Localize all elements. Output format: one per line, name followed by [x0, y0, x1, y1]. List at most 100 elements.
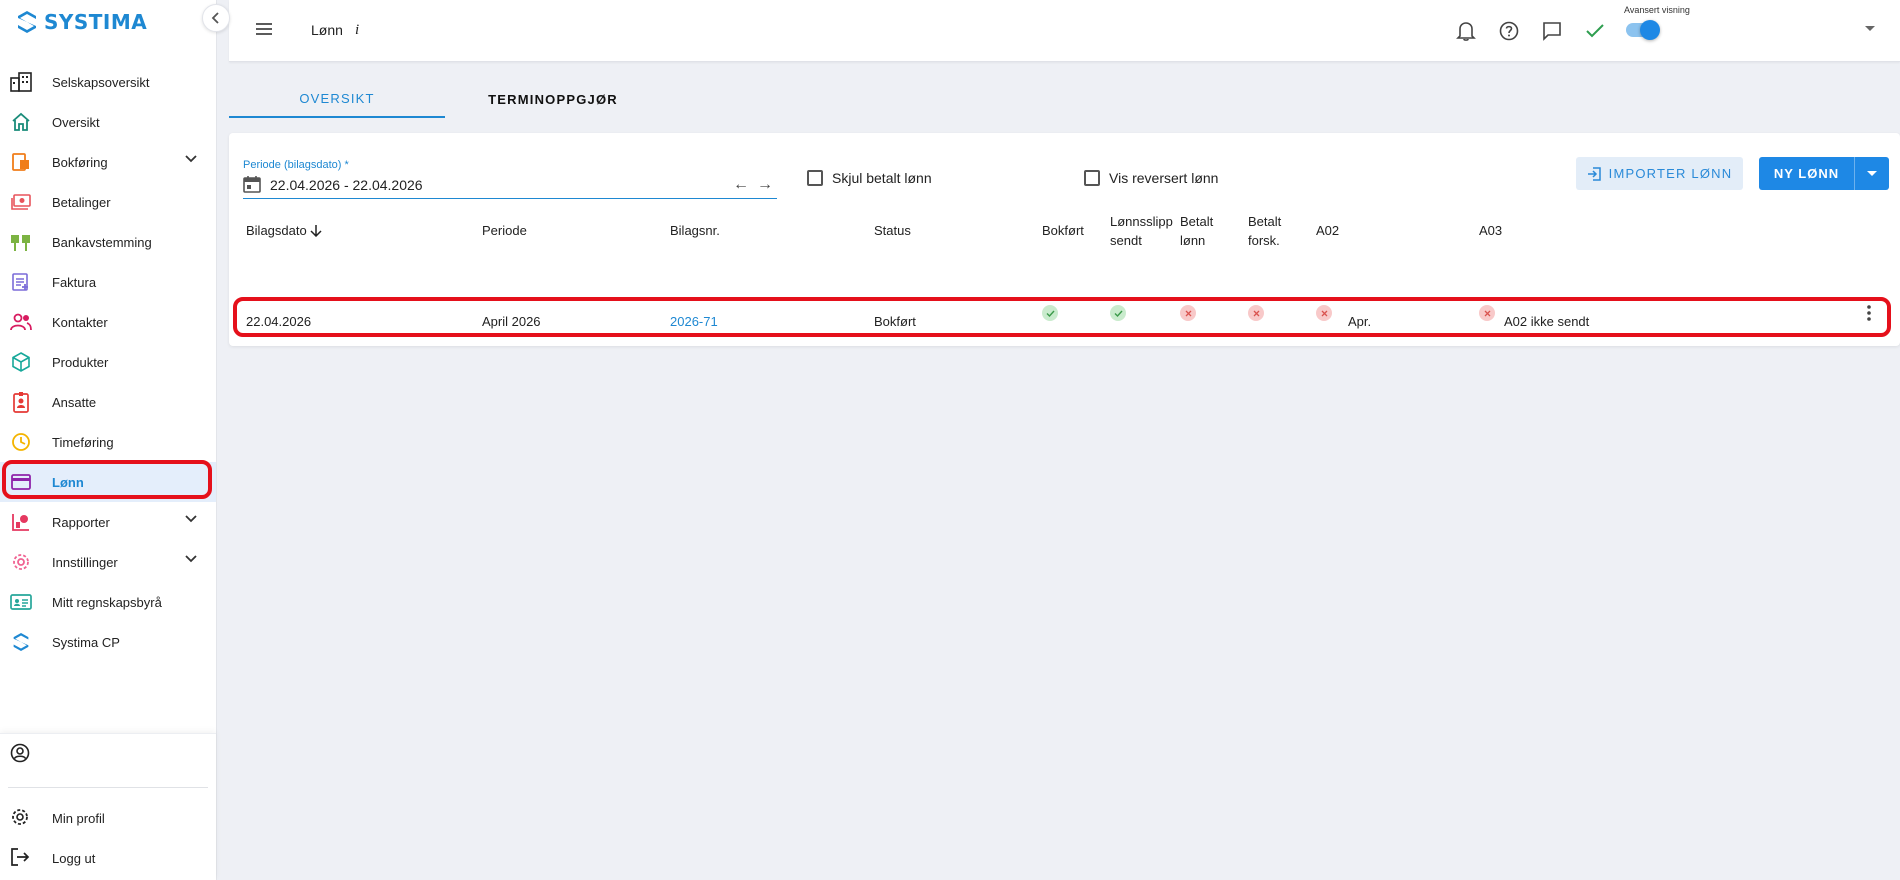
- gear-icon: [10, 551, 32, 573]
- checkbox-box[interactable]: [807, 170, 823, 186]
- advanced-view-toggle[interactable]: [1626, 20, 1660, 40]
- header-line: Lønnsslipp: [1110, 214, 1173, 229]
- sidebar-item-ansatte[interactable]: Ansatte: [0, 382, 216, 422]
- hide-paid-label: Skjul betalt lønn: [832, 170, 932, 186]
- column-header-a03[interactable]: A03: [1479, 221, 1502, 240]
- tab-terminoppgjor[interactable]: TERMINOPPGJØR: [445, 80, 661, 118]
- sidebar-item-bankavstemming[interactable]: Bankavstemming: [0, 222, 216, 262]
- account-dropdown-caret[interactable]: [1865, 26, 1875, 31]
- import-icon: [1587, 166, 1601, 181]
- chevron-down-icon[interactable]: [184, 554, 198, 564]
- advanced-view-label: Avansert visning: [1624, 5, 1690, 15]
- help-icon[interactable]: [1497, 19, 1521, 43]
- new-payroll-dropdown[interactable]: [1855, 171, 1889, 176]
- a02-x-icon: [1316, 305, 1332, 321]
- sidebar-item-lonn[interactable]: Lønn: [0, 462, 216, 502]
- account-circle-icon: [10, 743, 30, 766]
- sidebar-item-label: Bokføring: [52, 154, 108, 170]
- sidebar-item-selskapsoversikt[interactable]: Selskapsoversikt: [0, 62, 216, 102]
- systima-logo[interactable]: SYSTIMA: [16, 10, 147, 34]
- sidebar-item-label: Kontakter: [52, 314, 108, 330]
- show-reversed-checkbox[interactable]: Vis reversert lønn: [1084, 170, 1218, 186]
- new-payroll-label[interactable]: NY LØNN: [1759, 166, 1854, 181]
- caret-down-icon: [1867, 171, 1877, 176]
- contacts-icon: [10, 311, 32, 333]
- sidebar-item-betalinger[interactable]: Betalinger: [0, 182, 216, 222]
- sidebar-item-faktura[interactable]: Faktura: [0, 262, 216, 302]
- cell-bilagsdato: 22.04.2026: [246, 314, 312, 329]
- sidebar-item-label: Lønn: [52, 474, 84, 490]
- bell-icon[interactable]: [1454, 19, 1478, 43]
- bank-reconcile-icon: [10, 231, 32, 253]
- calendar-icon[interactable]: [243, 175, 261, 193]
- sidebar-item-timeforing[interactable]: Timeføring: [0, 422, 216, 462]
- cell-a03-text: A02 ikke sendt: [1504, 314, 1590, 329]
- min-profil-item[interactable]: Min profil: [0, 800, 216, 836]
- column-header-bilagsdato[interactable]: Bilagsdato: [246, 221, 322, 240]
- column-header-betalt-lonn[interactable]: Betalt lønn: [1180, 212, 1213, 250]
- check-icon[interactable]: [1583, 19, 1607, 43]
- column-header-lonnsslipp-sendt[interactable]: Lønnsslipp sendt: [1110, 212, 1173, 250]
- divider: [8, 787, 208, 788]
- sidebar-item-label: Mitt regnskapsbyrå: [52, 594, 162, 610]
- logg-ut-item[interactable]: Logg ut: [0, 840, 216, 876]
- period-date-range-input[interactable]: 22.04.2026 - 22.04.2026 ← →: [243, 173, 777, 199]
- sidebar-bottom-panel: Min profil Logg ut: [0, 733, 216, 880]
- cell-status: Bokført: [874, 314, 916, 329]
- sidebar-item-rapporter[interactable]: Rapporter: [0, 502, 216, 542]
- header-line: Betalt: [1248, 214, 1282, 229]
- reports-icon: [10, 511, 32, 533]
- chat-icon[interactable]: [1540, 19, 1564, 43]
- chevron-down-icon[interactable]: [184, 514, 198, 524]
- hide-paid-checkbox[interactable]: Skjul betalt lønn: [807, 170, 932, 186]
- sidebar-item-label: Bankavstemming: [52, 234, 152, 250]
- sidebar-item-bokforing[interactable]: Bokføring: [0, 142, 216, 182]
- sidebar-item-label: Systima CP: [52, 634, 120, 650]
- lonnsslipp-check-icon: [1110, 305, 1126, 321]
- column-header-status[interactable]: Status: [874, 221, 911, 240]
- header-line: sendt: [1110, 233, 1142, 248]
- payroll-card: Periode (bilagsdato) * 22.04.2026 - 22.0…: [229, 133, 1900, 346]
- column-header-periode[interactable]: Periode: [482, 221, 527, 240]
- column-header-a02[interactable]: A02: [1316, 221, 1339, 240]
- sidebar-item-oversikt[interactable]: Oversikt: [0, 102, 216, 142]
- more-vert-icon[interactable]: [1866, 304, 1872, 322]
- page-title: Lønn: [311, 22, 343, 38]
- systima-logo-icon: [18, 11, 36, 33]
- sort-arrow-down-icon[interactable]: [310, 224, 322, 238]
- arrow-right-icon[interactable]: →: [757, 176, 773, 194]
- buildings-icon: [10, 71, 32, 93]
- collapse-sidebar-button[interactable]: [202, 4, 230, 32]
- cell-periode: April 2026: [482, 314, 541, 329]
- sidebar-item-innstillinger[interactable]: Innstillinger: [0, 542, 216, 582]
- clock-icon: [10, 431, 32, 453]
- tab-oversikt[interactable]: OVERSIKT: [229, 80, 445, 118]
- column-header-bilagsnr[interactable]: Bilagsnr.: [670, 221, 720, 240]
- chevron-down-icon[interactable]: [184, 154, 198, 164]
- checkbox-box[interactable]: [1084, 170, 1100, 186]
- column-header-bokfort[interactable]: Bokført: [1042, 221, 1084, 240]
- cell-bilagsnr-link[interactable]: 2026-71: [670, 314, 718, 330]
- period-nav: ← →: [733, 176, 773, 194]
- column-header-betalt-forsk[interactable]: Betalt forsk.: [1248, 212, 1281, 250]
- sidebar-item-label: Rapporter: [52, 514, 110, 530]
- tabs: OVERSIKT TERMINOPPGJØR: [229, 80, 1900, 118]
- sidebar-item-produkter[interactable]: Produkter: [0, 342, 216, 382]
- a03-x-icon: [1479, 305, 1495, 321]
- hamburger-menu-icon[interactable]: [255, 20, 273, 38]
- sidebar-item-label: Produkter: [52, 354, 109, 370]
- new-payroll-button[interactable]: NY LØNN: [1759, 157, 1889, 190]
- sidebar-item-systima-cp[interactable]: Systima CP: [0, 622, 216, 662]
- badge-icon: [10, 391, 32, 413]
- id-card-icon: [10, 591, 32, 613]
- sidebar-item-mitt-regnskapsbyra[interactable]: Mitt regnskapsbyrå: [0, 582, 216, 622]
- betalt-forsk-x-icon: [1248, 305, 1264, 321]
- sidebar-item-label: Oversikt: [52, 114, 100, 130]
- import-payroll-button[interactable]: IMPORTER LØNN: [1576, 157, 1743, 190]
- info-icon[interactable]: i: [355, 22, 359, 39]
- account-item[interactable]: [0, 736, 216, 772]
- sidebar-item-kontakter[interactable]: Kontakter: [0, 302, 216, 342]
- arrow-left-icon[interactable]: ←: [733, 176, 749, 194]
- bokfort-check-icon: [1042, 305, 1058, 321]
- header-line: Betalt: [1180, 214, 1214, 229]
